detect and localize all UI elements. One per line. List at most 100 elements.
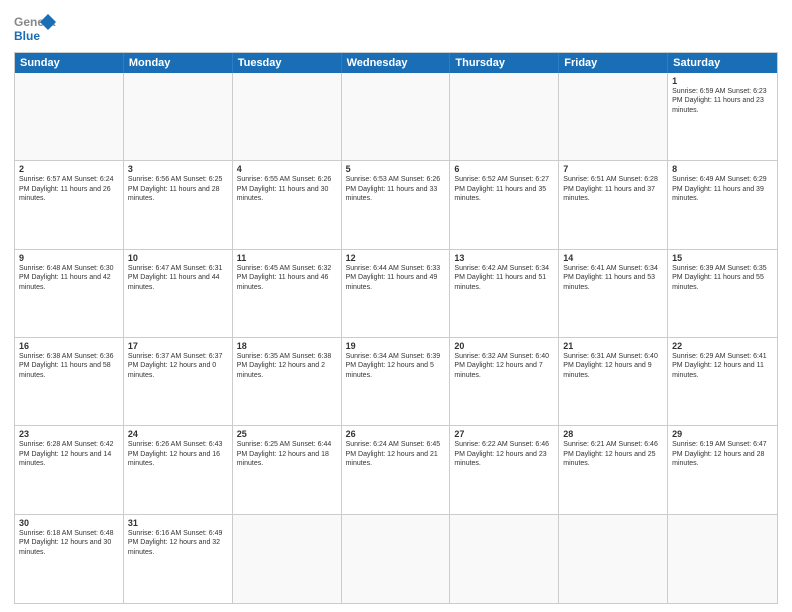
day-number: 3 bbox=[128, 164, 228, 174]
calendar-cell: 22Sunrise: 6:29 AM Sunset: 6:41 PM Dayli… bbox=[668, 338, 777, 425]
day-number: 9 bbox=[19, 253, 119, 263]
day-info: Sunrise: 6:56 AM Sunset: 6:25 PM Dayligh… bbox=[128, 175, 228, 203]
week-row-3: 9Sunrise: 6:48 AM Sunset: 6:30 PM Daylig… bbox=[15, 250, 777, 338]
day-header-thursday: Thursday bbox=[450, 53, 559, 73]
day-info: Sunrise: 6:52 AM Sunset: 6:27 PM Dayligh… bbox=[454, 175, 554, 203]
day-number: 31 bbox=[128, 518, 228, 528]
calendar-cell: 18Sunrise: 6:35 AM Sunset: 6:38 PM Dayli… bbox=[233, 338, 342, 425]
day-info: Sunrise: 6:21 AM Sunset: 6:46 PM Dayligh… bbox=[563, 440, 663, 468]
calendar-cell: 19Sunrise: 6:34 AM Sunset: 6:39 PM Dayli… bbox=[342, 338, 451, 425]
day-number: 29 bbox=[672, 429, 773, 439]
day-number: 15 bbox=[672, 253, 773, 263]
header: General Blue bbox=[14, 12, 778, 48]
day-number: 11 bbox=[237, 253, 337, 263]
day-number: 22 bbox=[672, 341, 773, 351]
day-header-saturday: Saturday bbox=[668, 53, 777, 73]
day-info: Sunrise: 6:42 AM Sunset: 6:34 PM Dayligh… bbox=[454, 264, 554, 292]
calendar-cell: 17Sunrise: 6:37 AM Sunset: 6:37 PM Dayli… bbox=[124, 338, 233, 425]
calendar-cell bbox=[342, 515, 451, 603]
day-number: 13 bbox=[454, 253, 554, 263]
day-info: Sunrise: 6:24 AM Sunset: 6:45 PM Dayligh… bbox=[346, 440, 446, 468]
day-number: 12 bbox=[346, 253, 446, 263]
day-number: 25 bbox=[237, 429, 337, 439]
calendar-cell: 20Sunrise: 6:32 AM Sunset: 6:40 PM Dayli… bbox=[450, 338, 559, 425]
calendar-cell: 31Sunrise: 6:16 AM Sunset: 6:49 PM Dayli… bbox=[124, 515, 233, 603]
calendar-cell: 2Sunrise: 6:57 AM Sunset: 6:24 PM Daylig… bbox=[15, 161, 124, 248]
calendar-cell bbox=[559, 515, 668, 603]
day-header-wednesday: Wednesday bbox=[342, 53, 451, 73]
day-number: 27 bbox=[454, 429, 554, 439]
week-row-5: 23Sunrise: 6:28 AM Sunset: 6:42 PM Dayli… bbox=[15, 426, 777, 514]
day-info: Sunrise: 6:38 AM Sunset: 6:36 PM Dayligh… bbox=[19, 352, 119, 380]
calendar-cell bbox=[233, 73, 342, 160]
day-header-monday: Monday bbox=[124, 53, 233, 73]
svg-text:Blue: Blue bbox=[14, 29, 40, 43]
day-number: 18 bbox=[237, 341, 337, 351]
day-number: 10 bbox=[128, 253, 228, 263]
week-row-1: 1Sunrise: 6:59 AM Sunset: 6:23 PM Daylig… bbox=[15, 73, 777, 161]
day-info: Sunrise: 6:28 AM Sunset: 6:42 PM Dayligh… bbox=[19, 440, 119, 468]
day-info: Sunrise: 6:19 AM Sunset: 6:47 PM Dayligh… bbox=[672, 440, 773, 468]
day-number: 8 bbox=[672, 164, 773, 174]
day-number: 20 bbox=[454, 341, 554, 351]
day-info: Sunrise: 6:53 AM Sunset: 6:26 PM Dayligh… bbox=[346, 175, 446, 203]
day-info: Sunrise: 6:55 AM Sunset: 6:26 PM Dayligh… bbox=[237, 175, 337, 203]
day-number: 5 bbox=[346, 164, 446, 174]
calendar-cell: 3Sunrise: 6:56 AM Sunset: 6:25 PM Daylig… bbox=[124, 161, 233, 248]
day-number: 23 bbox=[19, 429, 119, 439]
day-info: Sunrise: 6:51 AM Sunset: 6:28 PM Dayligh… bbox=[563, 175, 663, 203]
logo-svg: General Blue bbox=[14, 12, 56, 48]
day-number: 7 bbox=[563, 164, 663, 174]
calendar-cell: 6Sunrise: 6:52 AM Sunset: 6:27 PM Daylig… bbox=[450, 161, 559, 248]
day-info: Sunrise: 6:39 AM Sunset: 6:35 PM Dayligh… bbox=[672, 264, 773, 292]
day-number: 19 bbox=[346, 341, 446, 351]
day-header-tuesday: Tuesday bbox=[233, 53, 342, 73]
calendar-grid: 1Sunrise: 6:59 AM Sunset: 6:23 PM Daylig… bbox=[15, 73, 777, 603]
day-header-sunday: Sunday bbox=[15, 53, 124, 73]
logo: General Blue bbox=[14, 12, 56, 48]
day-number: 14 bbox=[563, 253, 663, 263]
week-row-2: 2Sunrise: 6:57 AM Sunset: 6:24 PM Daylig… bbox=[15, 161, 777, 249]
day-number: 24 bbox=[128, 429, 228, 439]
day-number: 1 bbox=[672, 76, 773, 86]
calendar-cell: 23Sunrise: 6:28 AM Sunset: 6:42 PM Dayli… bbox=[15, 426, 124, 513]
week-row-6: 30Sunrise: 6:18 AM Sunset: 6:48 PM Dayli… bbox=[15, 515, 777, 603]
calendar-cell bbox=[342, 73, 451, 160]
day-info: Sunrise: 6:25 AM Sunset: 6:44 PM Dayligh… bbox=[237, 440, 337, 468]
calendar-cell: 14Sunrise: 6:41 AM Sunset: 6:34 PM Dayli… bbox=[559, 250, 668, 337]
calendar-cell: 21Sunrise: 6:31 AM Sunset: 6:40 PM Dayli… bbox=[559, 338, 668, 425]
calendar-cell: 9Sunrise: 6:48 AM Sunset: 6:30 PM Daylig… bbox=[15, 250, 124, 337]
calendar-cell bbox=[450, 515, 559, 603]
calendar-cell bbox=[668, 515, 777, 603]
day-info: Sunrise: 6:16 AM Sunset: 6:49 PM Dayligh… bbox=[128, 529, 228, 557]
day-number: 16 bbox=[19, 341, 119, 351]
day-info: Sunrise: 6:18 AM Sunset: 6:48 PM Dayligh… bbox=[19, 529, 119, 557]
day-info: Sunrise: 6:29 AM Sunset: 6:41 PM Dayligh… bbox=[672, 352, 773, 380]
day-info: Sunrise: 6:34 AM Sunset: 6:39 PM Dayligh… bbox=[346, 352, 446, 380]
calendar-cell: 15Sunrise: 6:39 AM Sunset: 6:35 PM Dayli… bbox=[668, 250, 777, 337]
day-info: Sunrise: 6:32 AM Sunset: 6:40 PM Dayligh… bbox=[454, 352, 554, 380]
calendar-cell bbox=[124, 73, 233, 160]
calendar-cell: 7Sunrise: 6:51 AM Sunset: 6:28 PM Daylig… bbox=[559, 161, 668, 248]
calendar-cell: 1Sunrise: 6:59 AM Sunset: 6:23 PM Daylig… bbox=[668, 73, 777, 160]
day-info: Sunrise: 6:22 AM Sunset: 6:46 PM Dayligh… bbox=[454, 440, 554, 468]
calendar-cell bbox=[15, 73, 124, 160]
calendar-page: General Blue SundayMondayTuesdayWednesda… bbox=[0, 0, 792, 612]
calendar-cell: 25Sunrise: 6:25 AM Sunset: 6:44 PM Dayli… bbox=[233, 426, 342, 513]
day-info: Sunrise: 6:44 AM Sunset: 6:33 PM Dayligh… bbox=[346, 264, 446, 292]
calendar-cell: 16Sunrise: 6:38 AM Sunset: 6:36 PM Dayli… bbox=[15, 338, 124, 425]
day-number: 21 bbox=[563, 341, 663, 351]
day-number: 26 bbox=[346, 429, 446, 439]
day-number: 4 bbox=[237, 164, 337, 174]
day-header-friday: Friday bbox=[559, 53, 668, 73]
calendar-cell bbox=[233, 515, 342, 603]
day-info: Sunrise: 6:47 AM Sunset: 6:31 PM Dayligh… bbox=[128, 264, 228, 292]
calendar-cell: 30Sunrise: 6:18 AM Sunset: 6:48 PM Dayli… bbox=[15, 515, 124, 603]
day-number: 28 bbox=[563, 429, 663, 439]
day-info: Sunrise: 6:37 AM Sunset: 6:37 PM Dayligh… bbox=[128, 352, 228, 380]
day-info: Sunrise: 6:31 AM Sunset: 6:40 PM Dayligh… bbox=[563, 352, 663, 380]
day-info: Sunrise: 6:57 AM Sunset: 6:24 PM Dayligh… bbox=[19, 175, 119, 203]
calendar-cell: 26Sunrise: 6:24 AM Sunset: 6:45 PM Dayli… bbox=[342, 426, 451, 513]
day-info: Sunrise: 6:35 AM Sunset: 6:38 PM Dayligh… bbox=[237, 352, 337, 380]
calendar-cell: 5Sunrise: 6:53 AM Sunset: 6:26 PM Daylig… bbox=[342, 161, 451, 248]
